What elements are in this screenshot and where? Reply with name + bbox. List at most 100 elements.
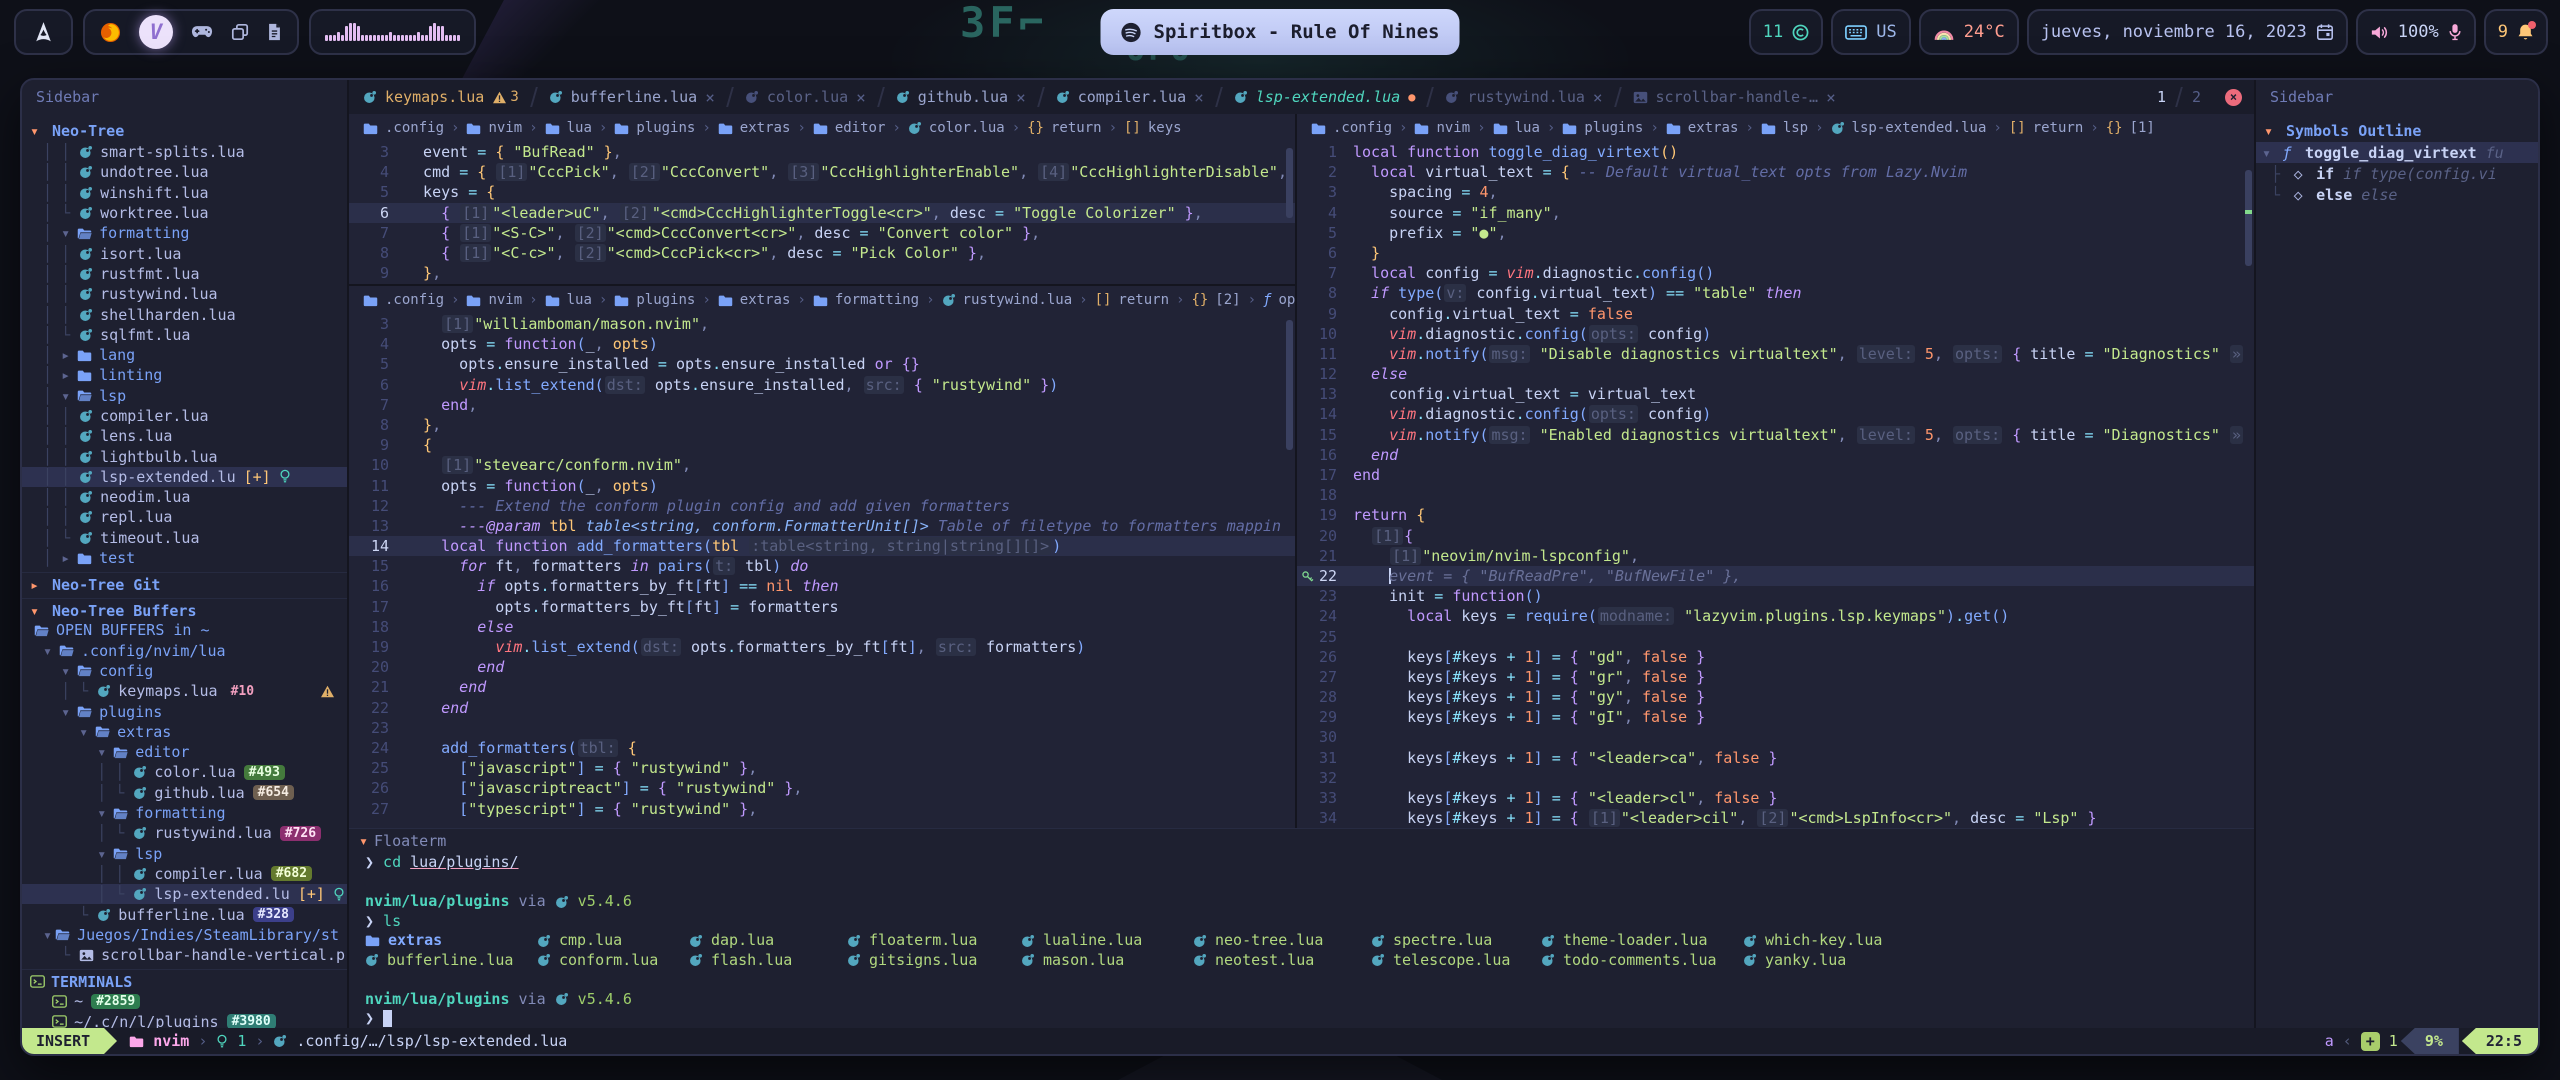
code-line[interactable]: 8 { [1]"<C-c>", [2]"<cmd>CccPick<cr>", d… [349,243,1295,263]
outline-section-header[interactable]: ▾Symbols Outline [2256,120,2538,142]
chevron-down-icon[interactable]: ▾ [61,387,77,405]
terminal-output[interactable]: ❯ cd lua/plugins/nvim/lua/plugins via v5… [349,853,2254,1028]
tree-item[interactable]: ▾extras [22,722,347,742]
terminal-file-entry[interactable]: telescope.lua [1371,951,1541,971]
code-line[interactable]: 5 prefix = "●", [1297,223,2254,243]
tree-item[interactable]: ▾plugins [22,701,347,721]
tab-close-icon[interactable]: × [1593,88,1603,107]
gamepad-icon[interactable] [191,25,213,40]
breadcrumb[interactable]: .config›nvim›lua›plugins›extras›lsp›lsp-… [1297,114,2254,142]
tree-item[interactable]: │ │ compiler.lua [22,406,347,426]
tree-item[interactable]: │ └ github.lua#654 [22,783,347,803]
code-line[interactable]: 16 end [1297,445,2254,465]
scrollbar-handle[interactable] [2245,170,2252,266]
tree-item[interactable]: └ scrollbar-handle-vertical.p [22,945,347,965]
tree-item[interactable]: │ │ lightbulb.lua [22,446,347,466]
editor-pane-lsp-extended-lua[interactable]: .config›nvim›lua›plugins›extras›lsp›lsp-… [1297,114,2254,828]
code-line[interactable]: 12 --- Extend the conform plugin config … [349,496,1295,516]
code-line[interactable]: 5 opts.ensure_installed = opts.ensure_in… [349,354,1295,374]
tree-item[interactable]: │ └ lsp-extended.lu[+] [22,884,347,904]
tab-close-icon[interactable]: × [856,88,866,107]
code-line[interactable]: 4 cmd = { [1]"CccPick", [2]"CccConvert",… [349,162,1295,182]
terminal-file-entry[interactable]: bufferline.lua [365,951,537,971]
code-line[interactable]: 7 local config = vim.diagnostic.config() [1297,263,2254,283]
outline-item[interactable]: ├ ◇ if if type(config.vi [2256,163,2538,184]
code-line[interactable]: 26 ["javascriptreact"] = { "rustywind" }… [349,778,1295,798]
code-line[interactable]: 26 keys[#keys + 1] = { "gd", false } [1297,647,2254,667]
tree-item[interactable]: │ │ rustywind.lua [22,284,347,304]
tree-item[interactable]: │ │ repl.lua [22,507,347,527]
chevron-down-icon[interactable]: ▾ [61,662,77,680]
doc-icon[interactable] [267,23,282,41]
code-line[interactable]: 8 if type(v: config.virtual_text) == "ta… [1297,283,2254,303]
tree-section-header[interactable]: ▾Neo-Tree Buffers [22,598,347,620]
code-line[interactable]: 24 add_formatters(tbl: { [349,738,1295,758]
code-line[interactable]: 6 } [1297,243,2254,263]
code-line[interactable]: 15 vim.notify(msg: "Enabled diagnostics … [1297,425,2254,445]
tree-item[interactable]: ▾formatting [22,803,347,823]
terminal-file-entry[interactable]: neotest.lua [1193,951,1371,971]
audio-widget[interactable]: 100% [2356,9,2476,55]
tree-item[interactable]: │ ▸test [22,548,347,568]
tree-item[interactable]: │ │ lens.lua [22,426,347,446]
weather-widget[interactable]: 24°C [1919,9,2019,55]
tab-scrollbar-handle-[interactable]: scrollbar-handle-…× [1619,80,1850,114]
tree-item[interactable]: │ ▾formatting [22,223,347,243]
tab-page-1[interactable]: 1 [2145,88,2178,106]
tab-close-icon[interactable]: × [705,88,715,107]
tree-item[interactable]: │ └ rustywind.lua#726 [22,823,347,843]
terminal-file-entry[interactable]: theme-loader.lua [1541,931,1743,951]
code-line[interactable]: 4 source = "if_many", [1297,203,2254,223]
outline-item[interactable]: ▾ƒ toggle_diag_virtext fu [2256,142,2538,163]
chevron-right-icon[interactable]: ▸ [61,549,77,567]
code-line[interactable]: 21 end [349,677,1295,697]
tree-item[interactable]: │ │ color.lua#493 [22,762,347,782]
tree-item[interactable]: │ │ winshift.lua [22,183,347,203]
code-line[interactable]: 13 ---@param tbl table<string, conform.F… [349,516,1295,536]
terminal-file-entry[interactable]: neo-tree.lua [1193,931,1371,951]
code-line[interactable]: 6 vim.list_extend(dst: opts.ensure_insta… [349,375,1295,395]
tree-item[interactable]: │ ▸lang [22,345,347,365]
scrollbar-handle[interactable] [1286,320,1293,450]
code-line[interactable]: 9 { [349,435,1295,455]
tab-color-lua[interactable]: color.lua× [731,80,880,114]
close-all-button[interactable]: × [2225,89,2242,106]
terminal-file-entry[interactable]: todo-comments.lua [1541,951,1743,971]
chevron-down-icon[interactable]: ▾ [2262,144,2278,162]
tree-section-header[interactable]: ▸Neo-Tree Git [22,572,347,594]
code-line[interactable]: 30 [1297,727,2254,747]
code-line[interactable]: 27 ["typescript"] = { "rustywind" }, [349,799,1295,819]
updates-widget[interactable]: 11 [1749,9,1823,55]
terminal-file-entry[interactable]: dap.lua [689,931,847,951]
code-line[interactable]: 34 keys[#keys + 1] = { [1]"<leader>cil",… [1297,808,2254,828]
scrollbar-handle[interactable] [1286,148,1293,218]
tree-item[interactable]: │ └ timeout.lua [22,528,347,548]
tab-close-icon[interactable]: × [1016,88,1026,107]
tree-item[interactable]: │ │ smart-splits.lua [22,142,347,162]
tab-compiler-lua[interactable]: compiler.lua× [1042,80,1218,114]
code-line[interactable]: 3 event = { "BufRead" }, [349,142,1295,162]
tree-item[interactable]: └ bufferline.lua#328 [22,904,347,924]
code-line[interactable]: 3 [1]"williamboman/mason.nvim", [349,314,1295,334]
tree-item[interactable]: ▾config [22,661,347,681]
code-line[interactable]: 12 else [1297,364,2254,384]
tab-close-icon[interactable]: × [1194,88,1204,107]
code-line[interactable]: 9 }, [349,263,1295,283]
outline-item[interactable]: └ ◇ else else [2256,184,2538,205]
code-line[interactable]: 14 local function add_formatters(tbl :ta… [349,536,1295,556]
code-line[interactable]: 29 keys[#keys + 1] = { "gI", false } [1297,707,2254,727]
code-line[interactable]: 3 spacing = 4, [1297,182,2254,202]
breadcrumb[interactable]: .config›nvim›lua›plugins›extras›formatti… [349,286,1295,314]
chevron-down-icon[interactable]: ▾ [97,804,113,822]
code-line[interactable]: 23 [349,718,1295,738]
tab-page-2[interactable]: 2 [2180,88,2213,106]
code-line[interactable]: 10 vim.diagnostic.config(opts: config) [1297,324,2254,344]
code-line[interactable]: 22 event = { "BufReadPre", "BufNewFile" … [1297,566,2254,586]
tree-section-header[interactable]: TERMINALS [22,969,347,991]
code-line[interactable]: 17end [1297,465,2254,485]
tree-item[interactable]: │ │ lsp-extended.lu[+] [22,467,347,487]
floaterm-header[interactable]: ▾ Floaterm [349,829,2254,853]
terminal-file-entry[interactable]: conform.lua [537,951,689,971]
tree-item[interactable]: │ └ sqlfmt.lua [22,325,347,345]
chevron-down-icon[interactable]: ▾ [61,224,77,242]
